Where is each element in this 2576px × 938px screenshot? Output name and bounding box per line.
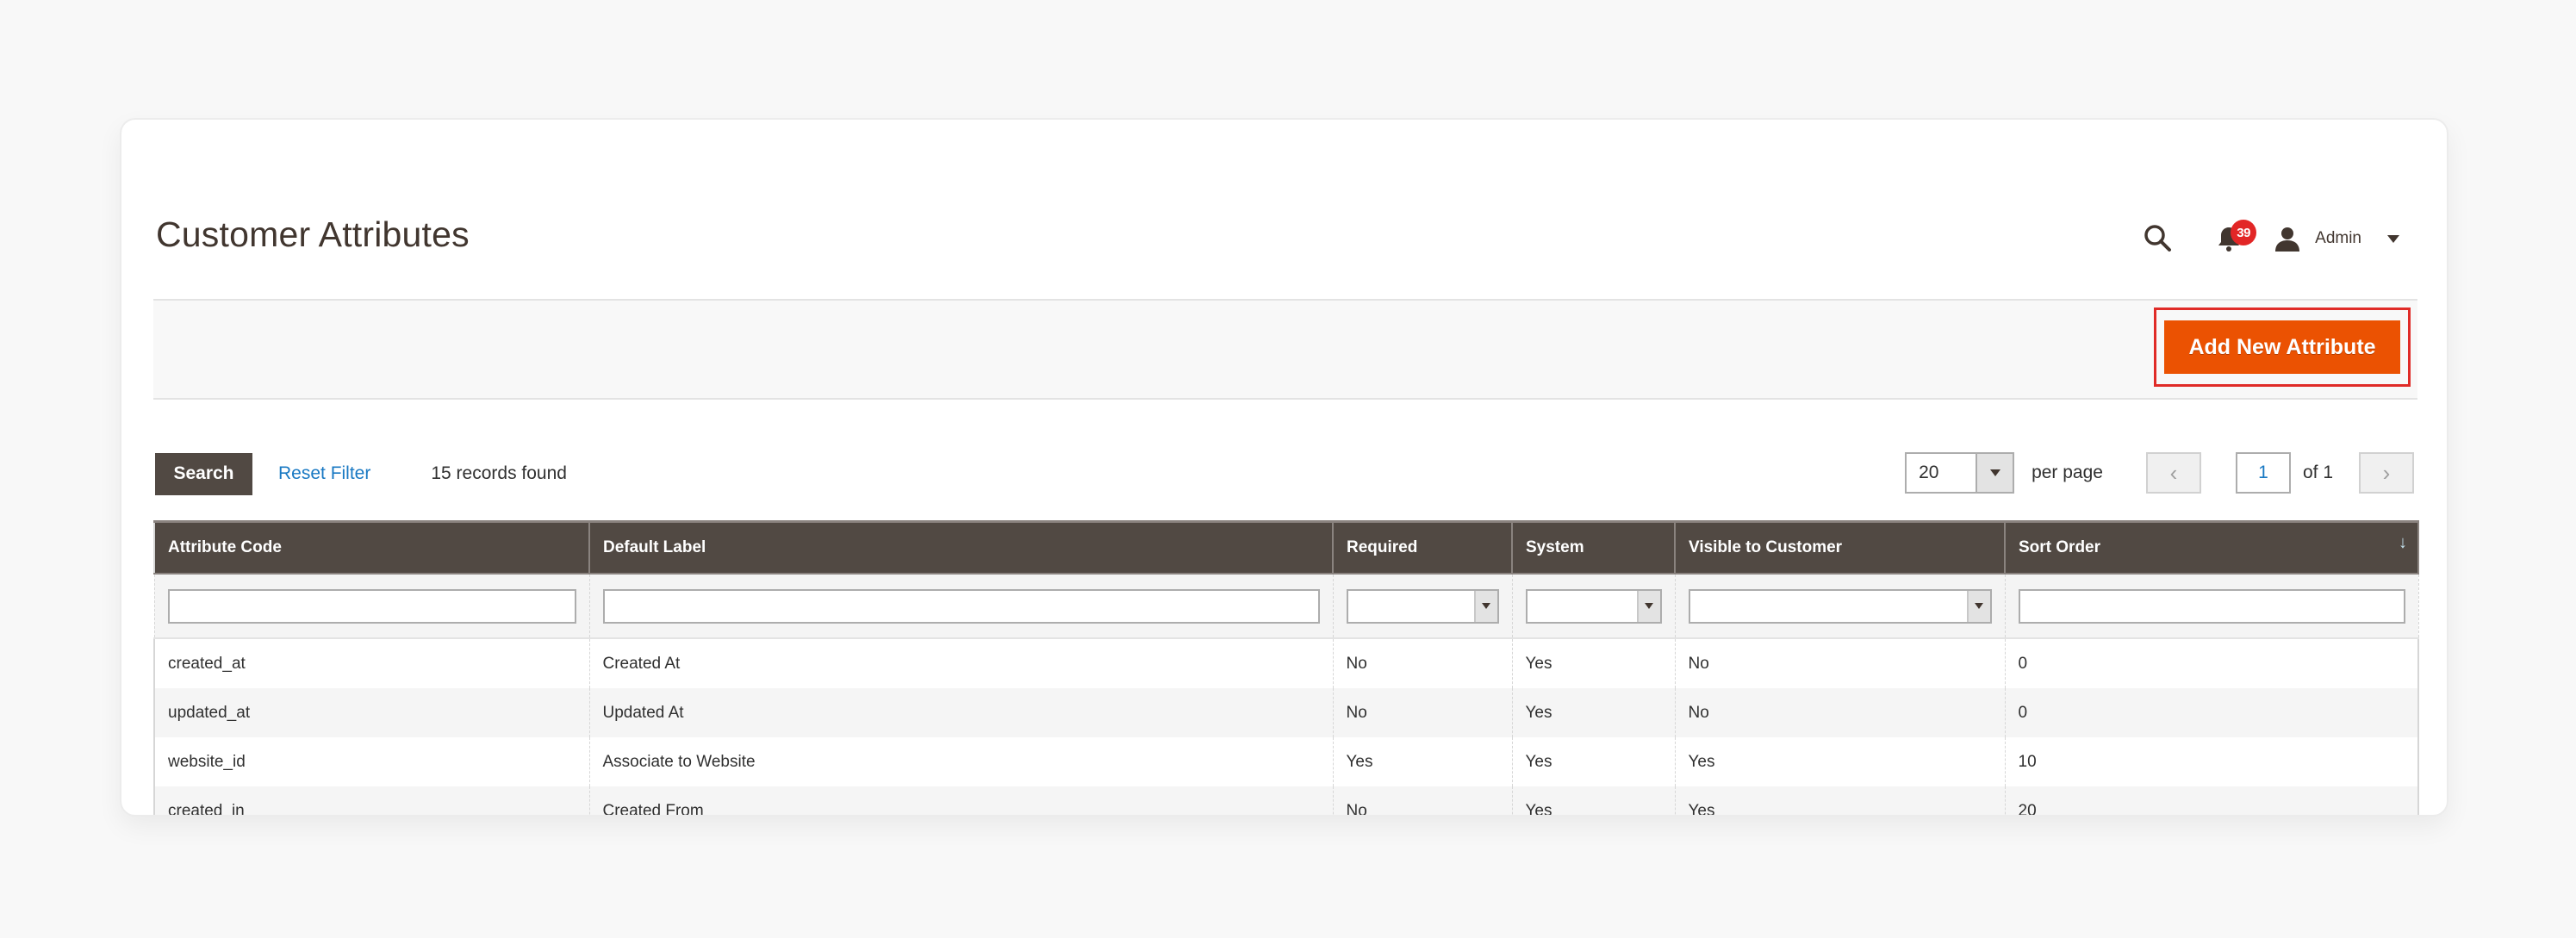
cell-system: Yes xyxy=(1511,688,1676,737)
filter-required-select[interactable] xyxy=(1346,588,1499,624)
add-button-highlight: Add New Attribute xyxy=(2154,307,2411,387)
cell-required: Yes xyxy=(1332,737,1513,786)
cell-default-label: Associate to Website xyxy=(588,737,1334,786)
filter-default-label-input[interactable] xyxy=(602,588,1320,624)
previous-page-button[interactable]: ‹ xyxy=(2145,452,2201,494)
filter-visible-select[interactable] xyxy=(1688,588,1992,624)
cell-attribute-code: updated_at xyxy=(153,688,590,737)
chevron-left-icon: ‹ xyxy=(2169,459,2178,486)
page-number-input[interactable]: 1 xyxy=(2235,452,2291,494)
table-row[interactable]: created_in Created From No Yes Yes 20 xyxy=(153,786,2419,815)
search-button[interactable]: Search xyxy=(155,452,252,495)
chevron-down-icon xyxy=(2387,234,2399,243)
column-header-attribute-code[interactable]: Attribute Code xyxy=(153,520,590,575)
cell-visible-to-customer: No xyxy=(1674,638,2006,688)
cell-required: No xyxy=(1332,786,1513,815)
cell-required: No xyxy=(1332,638,1513,688)
sort-descending-icon: ↓ xyxy=(2399,533,2407,552)
cell-required: No xyxy=(1332,688,1513,737)
page-actions-toolbar: Add New Attribute xyxy=(153,299,2417,400)
add-new-attribute-button[interactable]: Add New Attribute xyxy=(2164,320,2400,374)
per-page-label: per page xyxy=(2032,463,2103,482)
records-found: 15 records found xyxy=(431,463,567,483)
chevron-right-icon: › xyxy=(2382,459,2391,486)
cell-system: Yes xyxy=(1511,786,1676,815)
table-row[interactable]: website_id Associate to Website Yes Yes Yes 1… xyxy=(153,737,2419,786)
chevron-down-icon xyxy=(1989,469,2000,476)
cell-visible-to-customer: Yes xyxy=(1674,786,2006,815)
next-page-button[interactable]: › xyxy=(2359,452,2414,494)
column-header-visible-to-customer[interactable]: Visible to Customer xyxy=(1674,520,2006,575)
column-header-sort-order-label: Sort Order xyxy=(2019,538,2101,556)
cell-default-label: Created From xyxy=(588,786,1334,815)
cell-visible-to-customer: Yes xyxy=(1674,737,2006,786)
cell-sort-order: 20 xyxy=(2004,786,2419,815)
search-icon[interactable] xyxy=(2141,221,2175,256)
cell-default-label: Created At xyxy=(588,638,1334,688)
cell-default-label: Updated At xyxy=(588,688,1334,737)
page-card: Customer Attributes 39 Admin Add New Att… xyxy=(120,118,2448,817)
user-menu[interactable]: Admin xyxy=(2274,225,2399,252)
pager: 20 per page ‹ 1 of 1 › xyxy=(1905,451,2414,494)
grid-actions: Search Reset Filter 15 records found xyxy=(155,452,567,495)
notification-count-badge: 39 xyxy=(2231,220,2257,245)
attributes-grid: Attribute Code Default Label Required Sy… xyxy=(153,520,2419,815)
cell-system: Yes xyxy=(1511,638,1676,688)
column-header-sort-order[interactable]: Sort Order ↓ xyxy=(2004,520,2419,575)
cell-system: Yes xyxy=(1511,737,1676,786)
filter-sort-order-input[interactable] xyxy=(2018,588,2405,624)
filter-attribute-code-input[interactable] xyxy=(167,588,576,624)
chevron-down-icon xyxy=(1645,603,1653,609)
column-header-system[interactable]: System xyxy=(1511,520,1676,575)
total-pages: of 1 xyxy=(2302,463,2333,482)
per-page-value: 20 xyxy=(1919,463,1939,482)
notifications-button[interactable]: 39 xyxy=(2212,220,2257,256)
cell-sort-order: 10 xyxy=(2004,737,2419,786)
table-row[interactable]: updated_at Updated At No Yes No 0 xyxy=(153,688,2419,737)
reset-filter-link[interactable]: Reset Filter xyxy=(278,463,370,484)
per-page-select[interactable]: 20 xyxy=(1905,452,2015,494)
filter-row xyxy=(153,574,2419,639)
user-name: Admin xyxy=(2315,229,2361,247)
table-row[interactable]: created_at Created At No Yes No 0 xyxy=(153,638,2419,688)
user-icon xyxy=(2275,227,2300,252)
cell-attribute-code: created_at xyxy=(153,638,590,688)
column-header-default-label[interactable]: Default Label xyxy=(588,520,1334,575)
grid-header-row: Attribute Code Default Label Required Sy… xyxy=(153,520,2419,575)
column-header-required[interactable]: Required xyxy=(1332,520,1513,575)
grid-body: created_at Created At No Yes No 0 updated_at Up… xyxy=(153,638,2419,815)
chevron-down-icon xyxy=(1975,603,1983,609)
filter-system-select[interactable] xyxy=(1525,588,1662,624)
cell-sort-order: 0 xyxy=(2004,638,2419,688)
cell-visible-to-customer: No xyxy=(1674,688,2006,737)
header-actions: 39 Admin xyxy=(2141,219,2399,258)
cell-attribute-code: created_in xyxy=(153,786,590,815)
chevron-down-icon xyxy=(1482,603,1490,609)
cell-attribute-code: website_id xyxy=(153,737,590,786)
cell-sort-order: 0 xyxy=(2004,688,2419,737)
page-title: Customer Attributes xyxy=(156,214,470,254)
